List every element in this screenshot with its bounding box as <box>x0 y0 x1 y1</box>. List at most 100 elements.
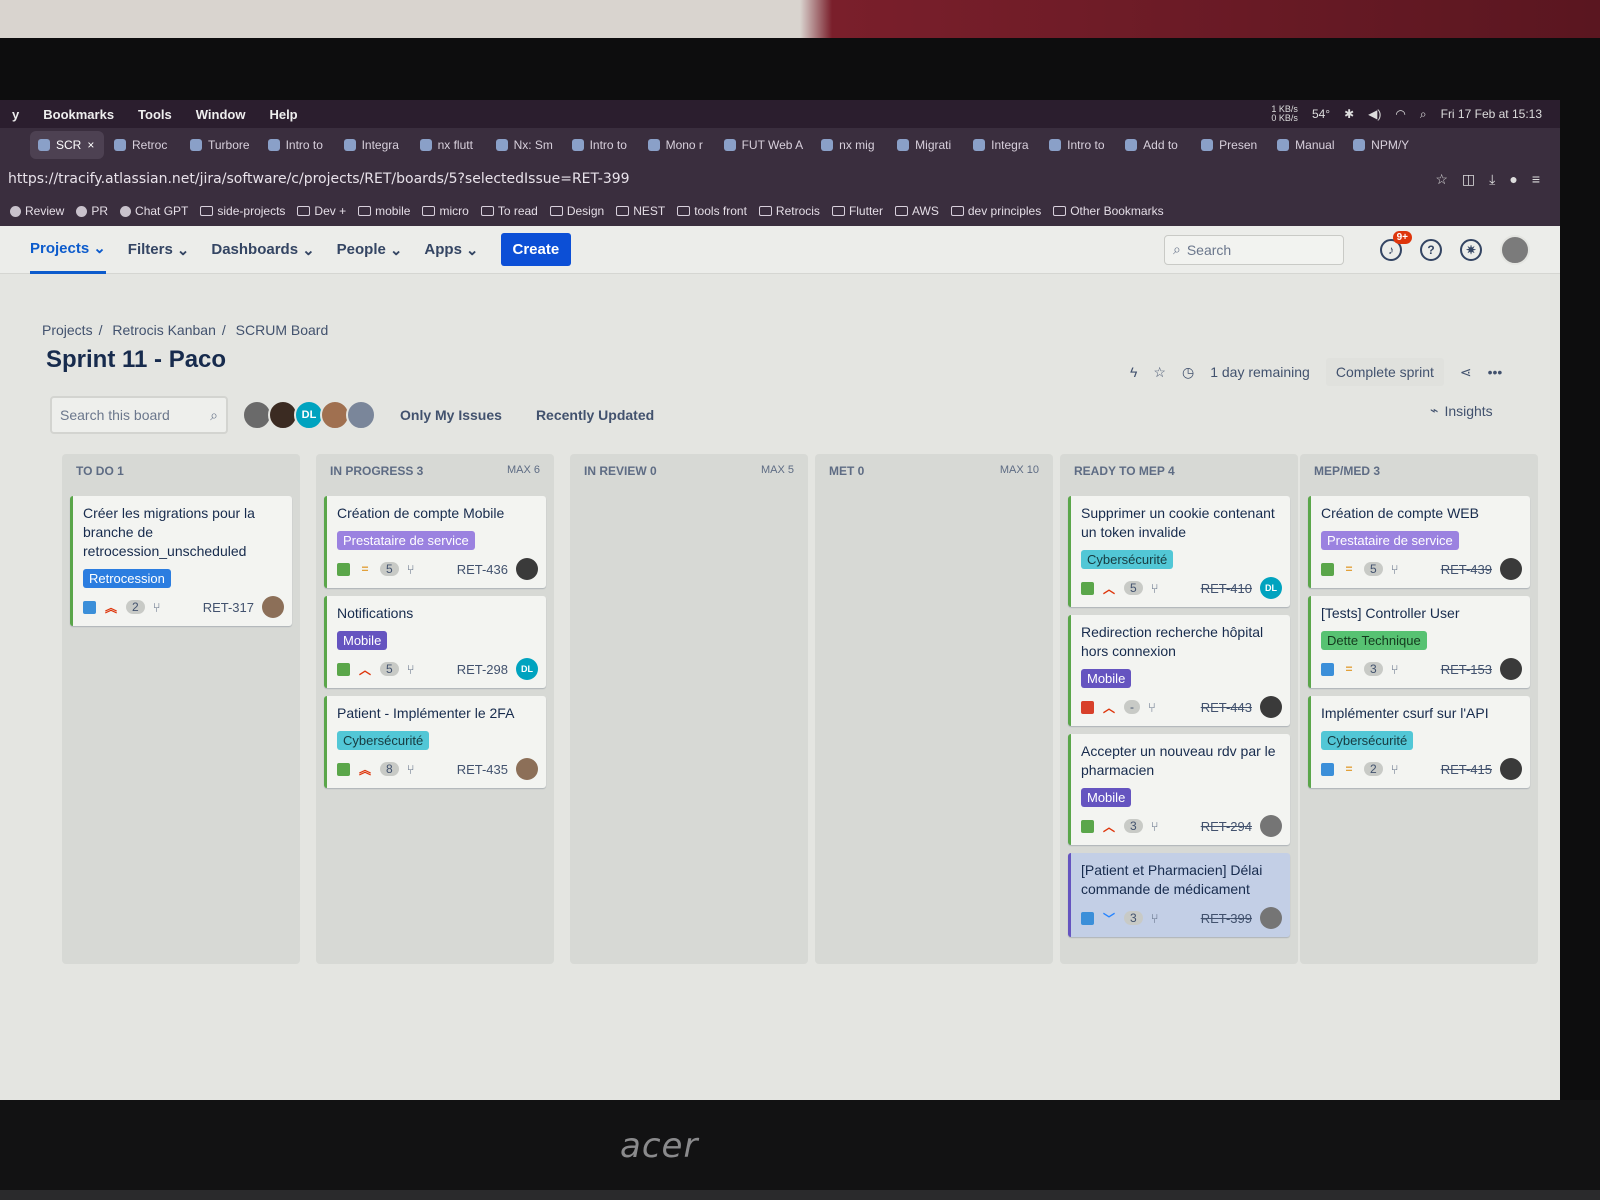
browser-tab[interactable]: Retroc <box>106 131 180 159</box>
assignee-avatar[interactable] <box>516 758 538 780</box>
assignee-avatar[interactable] <box>1260 815 1282 837</box>
bookmark-folder[interactable]: micro <box>422 204 469 218</box>
recently-updated-button[interactable]: Recently Updated <box>526 401 664 429</box>
browser-tab[interactable]: Intro to <box>564 131 638 159</box>
issue-card[interactable]: Supprimer un cookie contenant un token i… <box>1068 496 1290 607</box>
menu-tools[interactable]: Tools <box>126 107 184 122</box>
browser-tab[interactable]: Migrati <box>889 131 963 159</box>
assignee-avatar[interactable] <box>1500 658 1522 680</box>
download-icon[interactable]: ⤓ <box>1489 171 1495 188</box>
issue-card[interactable]: Redirection recherche hôpital hors conne… <box>1068 615 1290 726</box>
close-tab-icon[interactable]: × <box>87 138 94 152</box>
menu-help[interactable]: Help <box>257 107 309 122</box>
wifi-icon[interactable]: ◠ <box>1395 107 1405 121</box>
bookmark-folder[interactable]: Flutter <box>831 204 883 218</box>
nav-apps[interactable]: Apps ⌄ <box>424 226 478 274</box>
browser-tab[interactable]: Integra <box>965 131 1039 159</box>
extension-icon[interactable]: ● <box>1509 171 1517 188</box>
browser-tab[interactable]: Mono r <box>640 131 714 159</box>
notifications-icon[interactable]: ♪ 9+ <box>1380 230 1412 261</box>
bookmark-item[interactable]: PR <box>76 204 108 218</box>
browser-tab[interactable]: Nx: Sm <box>488 131 562 159</box>
assignee-avatar[interactable]: DL <box>516 658 538 680</box>
bookmark-folder[interactable]: Other Bookmarks <box>1053 204 1164 218</box>
address-bar[interactable]: https://tracify.atlassian.net/jira/softw… <box>0 162 1560 196</box>
browser-tab[interactable]: SCR × <box>30 131 104 159</box>
issue-card[interactable]: [Tests] Controller User Dette Technique = 3… <box>1308 596 1530 688</box>
breadcrumb-projects[interactable]: Projects <box>42 322 93 338</box>
bookmark-folder[interactable]: Design <box>549 204 604 218</box>
issue-card[interactable]: Implémenter csurf sur l'API Cybersécurité… <box>1308 696 1530 788</box>
bluetooth-icon[interactable]: ✱ <box>1344 107 1354 121</box>
issue-card[interactable]: [Patient et Pharmacien] Délai commande d… <box>1068 853 1290 937</box>
menu-bookmarks[interactable]: Bookmarks <box>31 107 126 122</box>
bookmark-item[interactable]: Chat GPT <box>120 204 188 218</box>
assignee-avatar[interactable]: DL <box>1260 577 1282 599</box>
bookmark-folder[interactable]: Dev + <box>297 204 346 218</box>
assignee-avatar[interactable] <box>1500 558 1522 580</box>
only-my-issues-button[interactable]: Only My Issues <box>390 401 512 429</box>
avatar[interactable] <box>346 400 376 430</box>
star-icon[interactable]: ☆ <box>1153 364 1166 381</box>
menu-icon[interactable]: ≡ <box>1532 171 1540 188</box>
create-button[interactable]: Create <box>500 233 572 266</box>
assignee-avatar[interactable] <box>1500 758 1522 780</box>
search-icon[interactable]: ⌕ <box>1420 107 1427 122</box>
browser-tab[interactable]: Integra <box>336 131 410 159</box>
breadcrumb-board[interactable]: SCRUM Board <box>236 322 329 338</box>
lightning-icon[interactable]: ϟ <box>1130 364 1137 380</box>
bookmark-folder[interactable]: dev principles <box>950 204 1041 218</box>
menu-window[interactable]: Window <box>184 107 258 122</box>
nav-people[interactable]: People ⌄ <box>337 226 403 274</box>
global-search-input[interactable]: ⌕ Search <box>1164 234 1344 265</box>
star-icon[interactable]: ☆ <box>1435 171 1448 188</box>
insights-button[interactable]: ⌁ Insights <box>1430 402 1493 419</box>
menubar-datetime[interactable]: Fri 17 Feb at 15:13 <box>1441 107 1542 121</box>
bookmark-folder[interactable]: mobile <box>358 204 410 218</box>
bookmark-folder[interactable]: Retrocis <box>758 204 820 218</box>
issue-key[interactable]: RET-153 <box>1441 662 1492 677</box>
browser-tab[interactable]: FUT Web A <box>716 131 812 159</box>
issue-key[interactable]: RET-439 <box>1441 562 1492 577</box>
issue-key[interactable]: RET-399 <box>1201 911 1252 926</box>
browser-tab[interactable]: Presen <box>1193 131 1267 159</box>
nav-filters[interactable]: Filters ⌄ <box>128 226 190 274</box>
nav-projects[interactable]: Projects ⌄ <box>30 226 106 274</box>
menu-item[interactable]: y <box>0 107 31 122</box>
bookmark-item[interactable]: Review <box>10 204 64 218</box>
issue-key[interactable]: RET-415 <box>1441 762 1492 777</box>
browser-tab[interactable]: Turbore <box>182 131 258 159</box>
issue-card[interactable]: Créer les migrations pour la branche de … <box>70 496 292 626</box>
bookmark-folder[interactable]: side-projects <box>200 204 285 218</box>
browser-tab[interactable]: Manual <box>1269 131 1343 159</box>
browser-tab[interactable]: Add to <box>1117 131 1191 159</box>
help-icon[interactable]: ? <box>1420 238 1442 261</box>
issue-card[interactable]: Création de compte Mobile Prestataire de … <box>324 496 546 588</box>
breadcrumb-project[interactable]: Retrocis Kanban <box>112 322 216 338</box>
issue-key[interactable]: RET-298 <box>457 662 508 677</box>
more-options-icon[interactable]: ••• <box>1488 364 1503 380</box>
complete-sprint-button[interactable]: Complete sprint <box>1325 358 1444 386</box>
nav-dashboards[interactable]: Dashboards ⌄ <box>211 226 314 274</box>
issue-card[interactable]: Notifications Mobile ︿ 5 ⑂ RET-298 DL <box>324 596 546 688</box>
issue-key[interactable]: RET-436 <box>457 562 508 577</box>
issue-card[interactable]: Création de compte WEB Prestataire de ser… <box>1308 496 1530 588</box>
url-text[interactable]: https://tracify.atlassian.net/jira/softw… <box>8 171 630 187</box>
share-icon[interactable]: ⋖ <box>1460 364 1472 381</box>
issue-key[interactable]: RET-294 <box>1201 819 1252 834</box>
pocket-icon[interactable]: ◫ <box>1462 171 1475 188</box>
bookmark-folder[interactable]: tools front <box>677 204 747 218</box>
browser-tab[interactable]: Intro to <box>1041 131 1115 159</box>
assignee-avatar[interactable] <box>1260 696 1282 718</box>
browser-tab[interactable]: nx mig <box>813 131 887 159</box>
issue-card[interactable]: Accepter un nouveau rdv par le pharmacie… <box>1068 734 1290 845</box>
browser-tab[interactable]: NPM/Y <box>1345 131 1419 159</box>
issue-key[interactable]: RET-443 <box>1201 700 1252 715</box>
assignee-avatar[interactable] <box>262 596 284 618</box>
board-search-input[interactable]: Search this board ⌕ <box>50 396 228 434</box>
issue-key[interactable]: RET-435 <box>457 762 508 777</box>
browser-tab[interactable]: nx flutt <box>412 131 486 159</box>
bookmark-folder[interactable]: AWS <box>894 204 939 218</box>
assignee-avatar[interactable] <box>1260 907 1282 929</box>
assignee-avatar[interactable] <box>516 558 538 580</box>
